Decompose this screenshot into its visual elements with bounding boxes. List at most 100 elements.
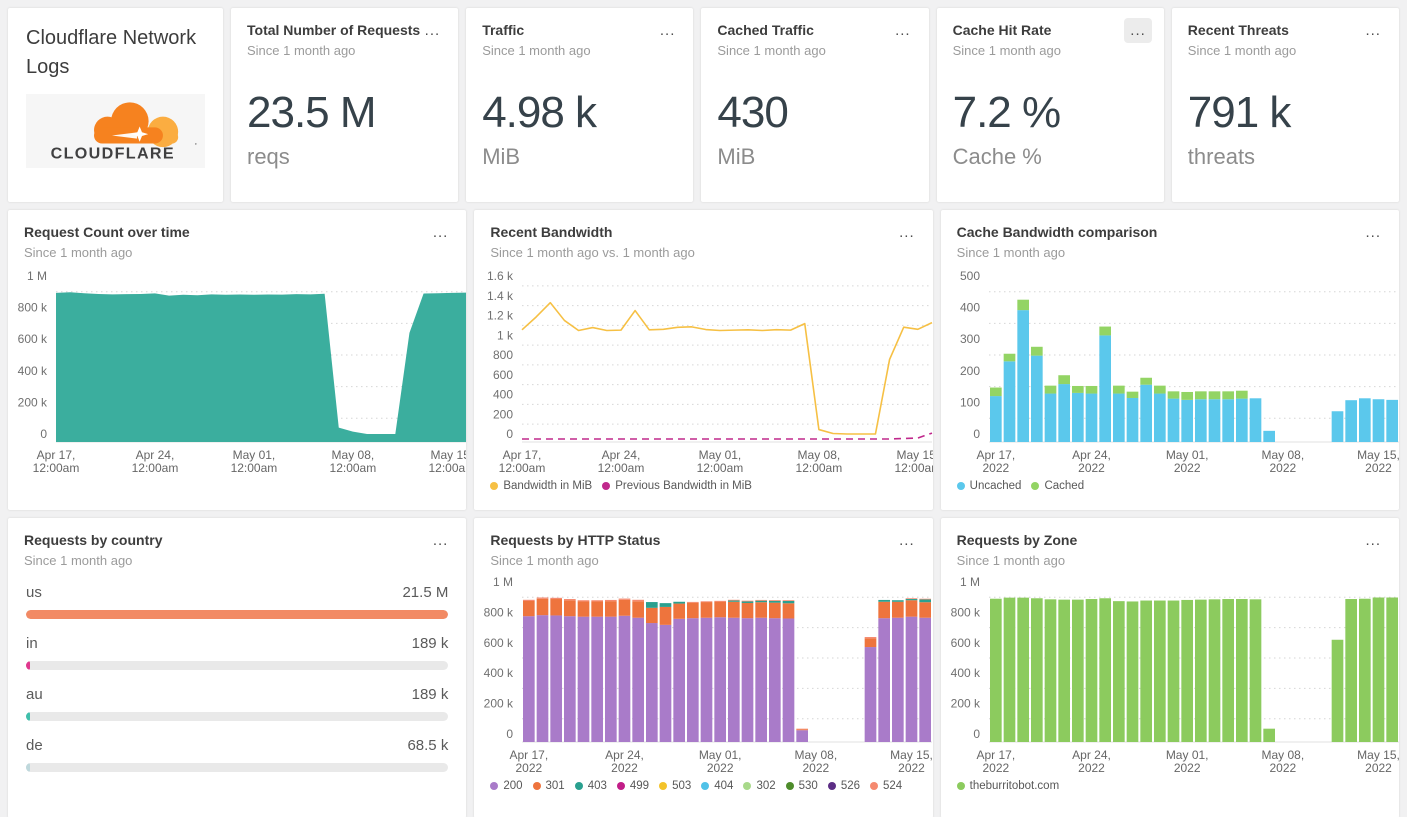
more-options-icon[interactable]: ... [1359,528,1387,553]
country-bar-track [26,711,449,721]
svg-text:600 k: 600 k [950,635,980,649]
svg-text:Apr 24,12:00am: Apr 24, 12:00am [598,448,645,475]
legend-dot-icon [616,781,625,790]
chart-legend: 200 301 403 499 503 404 302 530 526 524 [474,776,932,792]
svg-text:Apr 24,2022: Apr 24, 2022 [605,748,644,775]
legend-dot-icon [659,781,668,790]
svg-text:600 k: 600 k [484,635,514,649]
stat-value: 791 k [1187,87,1292,137]
svg-text:Apr 17,2022: Apr 17, 2022 [510,748,549,775]
stat-unit: Cache % [952,143,1042,169]
legend-item[interactable]: 301 [532,780,565,792]
legend-item[interactable]: 530 [785,779,818,792]
legend-dot-icon [870,781,879,790]
svg-text:400 k: 400 k [18,363,48,377]
svg-text:May 08,2022: May 08, 2022 [1261,448,1304,475]
more-options-icon[interactable]: ... [1359,220,1387,245]
legend-item[interactable]: 404 [701,780,733,792]
panel-subtitle: Since 1 month ago [1187,42,1297,58]
more-options-icon[interactable]: ... [889,18,917,43]
country-bar-fill [26,762,30,772]
legend-item[interactable]: 499 [616,780,649,792]
legend-label: Bandwidth in MiB [503,479,593,492]
svg-text:600 k: 600 k [18,332,48,346]
svg-text:400: 400 [960,300,980,314]
legend-item[interactable]: 302 [743,779,776,792]
more-options-icon[interactable]: ... [1359,18,1387,43]
panel-title: Traffic [482,22,525,38]
svg-text:May 01,2022: May 01, 2022 [1165,748,1208,775]
svg-text:200: 200 [960,363,980,377]
legend-item[interactable]: 200 [490,780,523,792]
more-options-icon[interactable]: ... [427,528,455,553]
country-code: in [26,634,38,652]
svg-text:1 M: 1 M [493,575,513,589]
country-bar-fill [26,609,449,619]
svg-text:Apr 17,2022: Apr 17, 2022 [976,448,1015,475]
legend-label: 302 [756,779,776,792]
country-row: de 68.5 k [26,736,449,772]
http-status-chart[interactable]: 0 200 k 400 k 600 k 800 k 1 M Apr 17, 2022 Apr 2… [474,575,933,776]
country-row: au 189 k [26,686,449,721]
cloudflare-logo: CLOUDFLARE ' [26,94,205,168]
panel-subtitle: Since 1 month ago [24,552,133,568]
more-options-icon[interactable]: ... [427,220,455,245]
panel-request-count: Request Count over time Since 1 month ag… [8,210,467,510]
country-row: in 189 k [26,634,449,670]
legend-item[interactable]: Cached [1031,480,1084,492]
svg-text:CLOUDFLARE: CLOUDFLARE [51,145,175,163]
bottom-row: Requests by country Since 1 month ago ..… [8,518,1399,817]
panel-title: Cache Bandwidth comparison [956,224,1158,240]
stat-value: 23.5 M [247,87,377,137]
chart-legend: theburritobot.com [941,776,1399,792]
legend-item[interactable]: Uncached [956,480,1021,492]
svg-text:0: 0 [507,427,514,441]
panel-requests-by-zone: Requests by Zone Since 1 month ago ... 0… [940,518,1399,817]
legend-item[interactable]: 503 [659,780,691,792]
panel-title: Requests by Zone [956,532,1078,548]
svg-text:May 01,12:00am: May 01, 12:00am [231,448,278,475]
stat-unit: reqs [247,143,290,169]
zone-chart[interactable]: 0 200 k 400 k 600 k 800 k 1 M Apr 17, 2022 Apr 2… [941,575,1399,776]
svg-text:May 01,2022: May 01, 2022 [699,748,742,775]
more-options-icon[interactable]: ... [893,220,921,245]
svg-text:Apr 24,2022: Apr 24, 2022 [1072,448,1111,475]
more-options-icon[interactable]: ... [893,528,921,553]
svg-text:800 k: 800 k [18,300,48,314]
svg-text:May 08,12:00am: May 08, 12:00am [330,448,377,475]
panel-title: Recent Bandwidth [490,224,613,240]
legend-dot-icon [956,781,965,790]
stat-unit: MiB [717,143,756,169]
request-count-chart[interactable]: 0 200 k 400 k 600 k 800 k 1 M Apr 17, 12:00am Ap… [8,269,467,476]
more-options-icon[interactable]: ... [419,18,447,43]
recent-bandwidth-chart[interactable]: 0 200 400 600 800 1 k 1.2 k 1.4 k 1.6 k Apr 17, 12… [474,269,933,476]
panel-subtitle: Since 1 month ago vs. 1 month ago [490,244,695,260]
panel-subtitle: Since 1 month ago [24,244,133,260]
legend-item[interactable]: 524 [870,780,902,792]
legend-item[interactable]: 526 [827,780,860,792]
svg-text:May 15,12:00am: May 15,12:00am [895,448,933,475]
svg-text:800 k: 800 k [484,605,514,619]
legend-dot-icon [490,481,499,490]
more-options-icon[interactable]: ... [654,18,682,43]
panel-title: Requests by HTTP Status [490,532,661,548]
dashboard-title: Cloudflare Network Logs [26,27,197,78]
legend-dot-icon [532,781,541,790]
svg-text:0: 0 [973,427,980,441]
middle-row: Request Count over time Since 1 month ag… [8,210,1399,510]
top-row: Cloudflare Network Logs CLOUDFLARE ' Tot… [8,8,1399,202]
more-options-icon[interactable]: ... [1124,18,1152,43]
country-value: 68.5 k [407,736,449,754]
legend-label: 530 [798,779,818,792]
legend-item[interactable]: theburritobot.com [956,780,1059,792]
legend-item[interactable]: Previous Bandwidth in MiB [602,480,752,492]
cache-bandwidth-chart[interactable]: 0 100 200 300 400 500 Apr 17, 2022 Apr 24, 2022 Ma… [941,269,1399,476]
cloudflare-logo-image: CLOUDFLARE ' [51,102,197,163]
legend-item[interactable]: 403 [574,780,607,792]
svg-text:200 k: 200 k [484,696,514,710]
panel-title: Total Number of Requests [247,22,421,38]
svg-text:1 M: 1 M [27,269,47,283]
legend-item[interactable]: Bandwidth in MiB [490,480,592,492]
panel-subtitle: Since 1 month ago [490,552,599,568]
svg-text:May 08,12:00am: May 08, 12:00am [796,448,843,475]
